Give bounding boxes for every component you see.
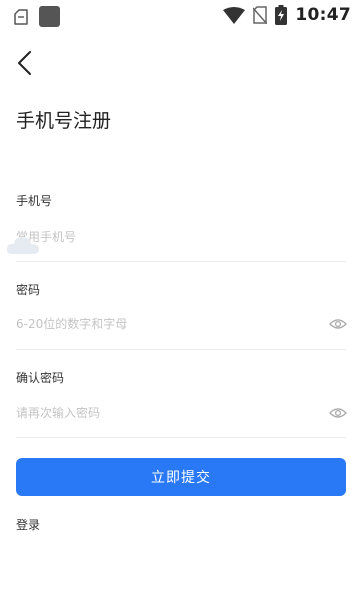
confirm-password-label: 确认密码: [16, 371, 65, 385]
cloud-icon: [6, 237, 39, 254]
notification-outline-icon: [14, 8, 28, 25]
battery-charging-icon: [275, 5, 288, 25]
confirm-password-input[interactable]: [16, 401, 300, 425]
phone-divider: [16, 261, 346, 262]
phone-label: 手机号: [16, 194, 53, 208]
password-label: 密码: [16, 283, 41, 297]
eye-icon[interactable]: [329, 317, 347, 331]
password-divider: [16, 349, 346, 350]
password-input[interactable]: [16, 312, 300, 336]
back-button[interactable]: [10, 46, 44, 80]
login-link[interactable]: 登录: [16, 516, 40, 533]
confirm-password-divider: [16, 437, 346, 438]
no-sim-icon: [253, 6, 268, 24]
phone-input[interactable]: [16, 225, 300, 249]
eye-icon[interactable]: [329, 406, 347, 420]
app-square-icon: [39, 6, 60, 27]
page-title: 手机号注册: [16, 110, 112, 132]
wifi-icon: [223, 6, 246, 24]
chevron-left-icon: [18, 51, 31, 75]
status-bar: 10:47: [0, 0, 359, 34]
status-time: 10:47: [295, 5, 351, 25]
submit-button[interactable]: 立即提交: [16, 458, 346, 496]
